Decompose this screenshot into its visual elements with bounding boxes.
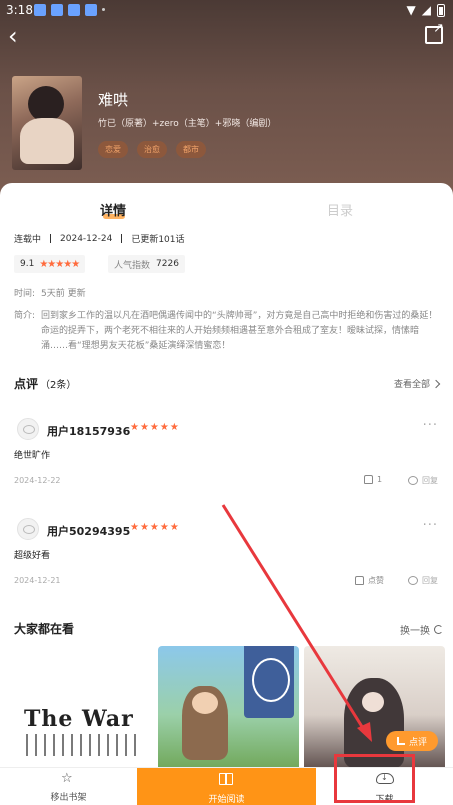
open-book-icon bbox=[219, 773, 233, 785]
comment-icon bbox=[408, 476, 418, 485]
meta-row: 连载中 2024-12-24 已更新101话 bbox=[14, 232, 185, 246]
reply-label: 回复 bbox=[422, 476, 438, 485]
update-time: 时间: 5天前 更新 bbox=[14, 286, 86, 299]
popularity-badge: 人气指数 7226 bbox=[108, 255, 185, 273]
book-authors: 竹已（原著）+zero（主笔）+邪晓（编剧） bbox=[98, 119, 277, 129]
popularity-value: 7226 bbox=[156, 259, 179, 269]
like-count: 1 bbox=[377, 475, 383, 484]
time-label: 时间: bbox=[14, 289, 36, 299]
like-button[interactable]: 点赞 bbox=[355, 575, 384, 586]
more-options-icon[interactable]: ··· bbox=[423, 418, 438, 433]
avatar[interactable] bbox=[17, 518, 39, 540]
share-button[interactable] bbox=[425, 21, 444, 44]
review-date: 2024-12-21 bbox=[14, 576, 61, 585]
write-review-label: 点评 bbox=[408, 737, 427, 748]
review-stars-icon: ★★★★★ bbox=[130, 522, 180, 533]
book-title: 难哄 bbox=[98, 91, 129, 109]
book-cover bbox=[12, 76, 82, 170]
rating-stars-icon: ★★★★★ bbox=[39, 258, 80, 270]
battery-icon bbox=[437, 3, 445, 17]
update-date: 2024-12-24 bbox=[60, 233, 113, 244]
notification-icons bbox=[34, 4, 105, 16]
comment-icon bbox=[408, 576, 418, 585]
thumbs-up-icon bbox=[364, 475, 373, 484]
dot-icon bbox=[102, 8, 105, 11]
status-bar: 3:18 ▼ ◢ bbox=[0, 0, 453, 22]
status-time: 3:18 bbox=[6, 3, 33, 17]
book-tags: 恋爱 治愈 都市 bbox=[98, 141, 206, 158]
download-app-icon bbox=[85, 4, 97, 16]
cover-character bbox=[182, 686, 228, 760]
shuffle-button[interactable]: 换一换 bbox=[400, 622, 443, 637]
recommend-heading: 大家都在看 bbox=[14, 622, 75, 636]
reviews-heading: 点评 （2条） bbox=[14, 375, 76, 392]
review-username[interactable]: 用户18157936 bbox=[47, 423, 130, 439]
review-text: 绝世旷作 bbox=[14, 451, 51, 461]
start-reading-button[interactable]: 开始阅读 bbox=[137, 768, 316, 805]
remove-from-shelf-button[interactable]: ☆ 移出书架 bbox=[0, 768, 137, 805]
wifi-icon: ▼ bbox=[406, 3, 416, 17]
like-label: 点赞 bbox=[368, 576, 384, 585]
review-stars-icon: ★★★★★ bbox=[130, 422, 180, 433]
highlight-box bbox=[334, 754, 415, 803]
pen-icon bbox=[396, 737, 405, 745]
update-count: 已更新101话 bbox=[131, 235, 185, 245]
tab-details[interactable]: 详情 bbox=[100, 200, 126, 219]
tag-healing[interactable]: 治愈 bbox=[137, 141, 167, 158]
serial-status: 连载中 bbox=[14, 235, 42, 245]
book-cover-title: The War bbox=[24, 706, 134, 732]
shuffle-label: 换一换 bbox=[400, 626, 430, 637]
refresh-icon bbox=[434, 625, 443, 634]
rating-value: 9.1 bbox=[20, 259, 35, 269]
tag-romance[interactable]: 恋爱 bbox=[98, 141, 128, 158]
recommended-book-card[interactable] bbox=[158, 646, 299, 771]
cover-decoration bbox=[244, 646, 294, 718]
tab-catalog[interactable]: 目录 bbox=[327, 200, 353, 219]
recommended-book-card[interactable] bbox=[304, 646, 445, 771]
start-reading-label: 开始阅读 bbox=[208, 795, 245, 805]
rating-badge: 9.1 ★★★★★ bbox=[14, 255, 86, 273]
see-all-label: 查看全部 bbox=[393, 380, 430, 390]
recommended-book-card[interactable]: The War bbox=[12, 646, 153, 771]
reply-label: 回复 bbox=[422, 576, 438, 585]
system-icons: ▼ ◢ bbox=[407, 3, 445, 17]
more-options-icon[interactable]: ··· bbox=[423, 518, 438, 533]
remove-from-shelf-label: 移出书架 bbox=[50, 793, 87, 803]
synopsis-label: 简介: bbox=[14, 311, 36, 321]
reply-button[interactable]: 回复 bbox=[408, 575, 438, 586]
time-value: 5天前 更新 bbox=[41, 289, 86, 299]
tag-urban[interactable]: 都市 bbox=[176, 141, 206, 158]
review-username[interactable]: 用户50294395 bbox=[47, 523, 130, 539]
review-text: 超级好看 bbox=[14, 551, 51, 561]
thumbs-up-icon bbox=[355, 576, 364, 585]
popularity-label: 人气指数 bbox=[114, 260, 151, 271]
chevron-right-icon bbox=[431, 379, 441, 389]
signal-icon: ◢ bbox=[421, 3, 431, 17]
avatar[interactable] bbox=[17, 418, 39, 440]
reply-button[interactable]: 回复 bbox=[408, 475, 438, 486]
reviews-count: （2条） bbox=[40, 380, 77, 391]
bird-app-icon bbox=[51, 4, 63, 16]
divider bbox=[50, 234, 52, 243]
see-all-reviews-link[interactable]: 查看全部 bbox=[393, 377, 441, 390]
reviews-title: 点评 bbox=[14, 377, 39, 391]
synopsis-text: 回到家乡工作的温以凡在酒吧偶遇传闻中的“头牌帅哥”，对方竟是自己高中时拒绝和伤害… bbox=[41, 311, 438, 351]
like-button[interactable]: 1 bbox=[364, 475, 382, 484]
cover-decoration bbox=[26, 734, 136, 756]
review-date: 2024-12-22 bbox=[14, 476, 61, 485]
synopsis: 简介: 回到家乡工作的温以凡在酒吧偶遇传闻中的“头牌帅哥”，对方竟是自己高中时拒… bbox=[14, 309, 444, 354]
back-button[interactable]: ‹ bbox=[8, 24, 34, 50]
write-review-button[interactable]: 点评 bbox=[386, 731, 438, 751]
bird-app-icon bbox=[68, 4, 80, 16]
bird-app-icon bbox=[34, 4, 46, 16]
divider bbox=[121, 234, 123, 243]
star-outline-icon: ☆ bbox=[61, 771, 73, 786]
